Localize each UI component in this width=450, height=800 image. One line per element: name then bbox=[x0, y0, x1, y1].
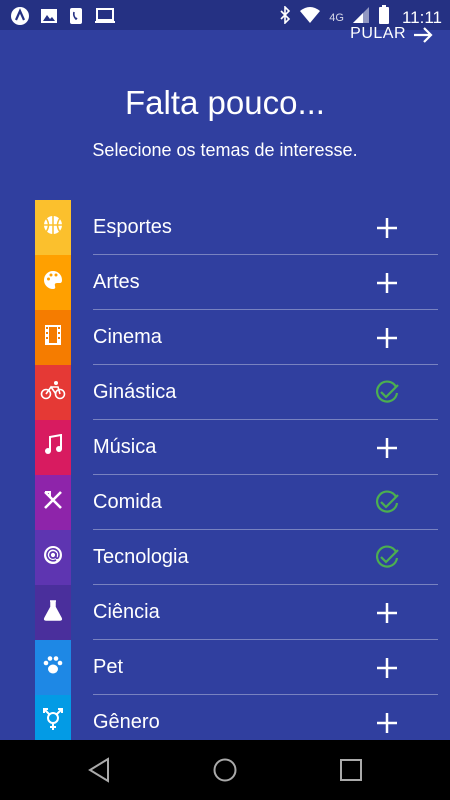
home-icon[interactable] bbox=[212, 757, 238, 788]
topic-label: Artes bbox=[93, 271, 140, 293]
topic-item-artes[interactable]: Artes bbox=[35, 255, 438, 310]
topic-item-comida[interactable]: Comida bbox=[35, 475, 438, 530]
topic-color-swatch bbox=[35, 310, 71, 365]
bluetooth-icon bbox=[279, 5, 291, 29]
flask-icon bbox=[43, 599, 63, 626]
laptop-icon bbox=[94, 7, 116, 30]
paw-icon bbox=[42, 654, 64, 681]
at-sign-icon bbox=[42, 544, 64, 571]
check-circle-icon[interactable] bbox=[374, 380, 400, 406]
fork-knife-icon bbox=[42, 489, 64, 516]
topic-label: Comida bbox=[93, 491, 162, 513]
topic-label: Música bbox=[93, 436, 157, 458]
topic-item-pet[interactable]: Pet bbox=[35, 640, 438, 695]
phone-icon bbox=[68, 7, 84, 30]
page-subtitle: Selecione os temas de interesse. bbox=[92, 140, 358, 160]
topic-label: Pet bbox=[93, 656, 124, 678]
skip-button[interactable]: PULAR bbox=[350, 25, 406, 43]
check-circle-icon[interactable] bbox=[374, 545, 400, 571]
topic-list: Esportes Artes Cinema Ginástica Música C… bbox=[35, 200, 438, 750]
topic-color-swatch bbox=[35, 530, 71, 585]
plus-icon[interactable] bbox=[374, 710, 400, 736]
film-icon bbox=[43, 324, 63, 351]
music-note-icon bbox=[43, 433, 63, 461]
topic-label: Cinema bbox=[93, 326, 162, 348]
plus-icon[interactable] bbox=[374, 655, 400, 681]
plus-icon[interactable] bbox=[374, 600, 400, 626]
app-icon bbox=[10, 6, 30, 31]
topic-label: Ginástica bbox=[93, 381, 177, 403]
navigation-bar bbox=[0, 740, 450, 800]
gender-icon bbox=[42, 708, 64, 737]
topic-item-musica[interactable]: Música bbox=[35, 420, 438, 475]
notification-icons bbox=[10, 6, 116, 31]
topic-item-esportes[interactable]: Esportes bbox=[35, 200, 438, 255]
topic-color-swatch bbox=[35, 475, 71, 530]
recents-icon[interactable] bbox=[339, 757, 363, 788]
topic-label: Esportes bbox=[93, 216, 172, 238]
topic-item-ciencia[interactable]: Ciência bbox=[35, 585, 438, 640]
topic-label: Tecnologia bbox=[93, 546, 189, 568]
palette-icon bbox=[42, 269, 64, 296]
topic-color-swatch bbox=[35, 200, 71, 255]
basketball-icon bbox=[42, 214, 64, 241]
arrow-right-icon[interactable] bbox=[412, 25, 434, 50]
plus-icon[interactable] bbox=[374, 270, 400, 296]
topic-color-swatch bbox=[35, 255, 71, 310]
topic-item-cinema[interactable]: Cinema bbox=[35, 310, 438, 365]
check-circle-icon[interactable] bbox=[374, 490, 400, 516]
plus-icon[interactable] bbox=[374, 215, 400, 241]
topic-color-swatch bbox=[35, 365, 71, 420]
back-icon[interactable] bbox=[87, 757, 111, 788]
topic-color-swatch bbox=[35, 585, 71, 640]
image-icon bbox=[40, 7, 58, 30]
plus-icon[interactable] bbox=[374, 435, 400, 461]
wifi-icon bbox=[299, 6, 321, 29]
page-title: Falta pouco... bbox=[125, 84, 325, 121]
plus-icon[interactable] bbox=[374, 325, 400, 351]
topic-label: Ciência bbox=[93, 601, 160, 623]
topic-item-ginastica[interactable]: Ginástica bbox=[35, 365, 438, 420]
topic-item-tecnologia[interactable]: Tecnologia bbox=[35, 530, 438, 585]
network-type: 4G bbox=[329, 11, 344, 24]
topic-label: Gênero bbox=[93, 711, 160, 733]
topic-color-swatch bbox=[35, 640, 71, 695]
bicycle-icon bbox=[40, 380, 66, 405]
topic-color-swatch bbox=[35, 420, 71, 475]
